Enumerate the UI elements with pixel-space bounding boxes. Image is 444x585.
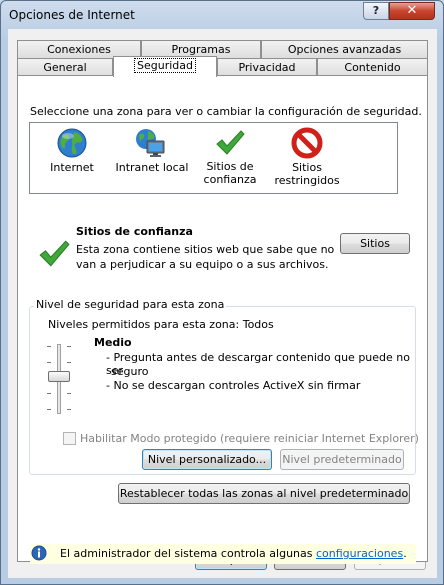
default-level-button[interactable]: Nivel predeterminado [280,449,404,470]
tab-label: Conexiones [47,43,111,56]
zone-list: Internet Intranet local Sitios de confia… [29,122,398,194]
zone-restricted-sites[interactable]: Sitios restringidos [268,123,346,193]
zone-intranet-local[interactable]: Intranet local [110,123,194,193]
zone-prompt: Seleccione una zona para ver o cambiar l… [30,105,422,118]
protected-mode-label: Habilitar Modo protegido (requiere reini… [80,432,419,445]
restricted-icon [291,127,323,159]
slider-tick [47,409,51,410]
tab-label: General [43,61,87,74]
checkmark-icon [216,130,245,155]
slider-tick [47,362,51,363]
tab-seguridad[interactable]: Seguridad [113,56,217,77]
help-button[interactable]: ? [363,2,389,20]
slider-tick [47,393,51,394]
internet-options-window: Opciones de Internet ? ✕ Conexiones Prog… [0,0,444,585]
slider-tick [67,362,71,363]
security-level-name: Medio [94,336,132,349]
intranet-icon [136,129,165,157]
tab-label: Seguridad [134,58,196,73]
admin-notice-text: El administrador del sistema controla al… [60,547,407,560]
level-bullet-2: - No se descargan controles ActiveX sin … [106,379,361,392]
admin-notice-bar: El administrador del sistema controla al… [30,544,416,564]
globe-icon [57,128,87,158]
security-level-legend: Nivel de seguridad para esta zona [34,298,227,311]
security-slider-thumb[interactable] [48,371,70,382]
slider-tick [47,346,51,347]
tab-label: Programas [171,43,231,56]
selected-zone-title: Sitios de confianza [76,225,193,238]
allowed-levels-text: Niveles permitidos para esta zona: Todos [48,318,274,331]
selected-zone-desc-line1: Esta zona contiene sitios web que sabe q… [76,243,335,256]
slider-tick [67,346,71,347]
custom-level-button[interactable]: Nivel personalizado... [142,449,272,470]
dialog-client-area: Conexiones Programas Opciones avanzadas … [8,29,437,578]
admin-notice-prefix: El administrador del sistema controla al… [60,547,316,560]
slider-tick [67,409,71,410]
zone-label: Intranet local [115,161,189,174]
level-bullet-1-line2: seguro [111,365,149,378]
close-button[interactable]: ✕ [389,2,435,20]
selected-zone-desc-line2: van a perjudicar a su equipo o a sus arc… [76,258,329,271]
tab-label: Opciones avanzadas [287,43,402,56]
protected-mode-checkbox[interactable] [63,432,76,445]
sites-button[interactable]: Sitios [340,233,410,254]
selected-zone-checkmark-icon [39,240,70,267]
level-bullet-1-line1: - Pregunta antes de descargar contenido … [106,351,410,377]
admin-notice-suffix: . [403,547,407,560]
zone-trusted-sites[interactable]: Sitios de confianza [196,123,264,193]
tab-opciones-avanzadas[interactable]: Opciones avanzadas [261,40,428,59]
reset-all-zones-button[interactable]: Restablecer todas las zonas al nivel pre… [118,483,410,504]
security-tab-panel: Seleccione una zona para ver o cambiar l… [17,75,428,564]
zone-label: Sitios restringidos [274,161,340,187]
tab-label: Privacidad [238,61,296,74]
title-bar[interactable]: Opciones de Internet ? ✕ [1,1,443,29]
settings-link[interactable]: configuraciones [316,547,403,560]
tab-label: Contenido [344,61,401,74]
slider-tick [67,393,71,394]
info-icon [31,545,47,561]
zone-label: Internet [50,161,94,174]
zone-label: Sitios de confianza [203,160,257,186]
window-title: Opciones de Internet [9,8,135,22]
zone-internet[interactable]: Internet [34,123,110,193]
